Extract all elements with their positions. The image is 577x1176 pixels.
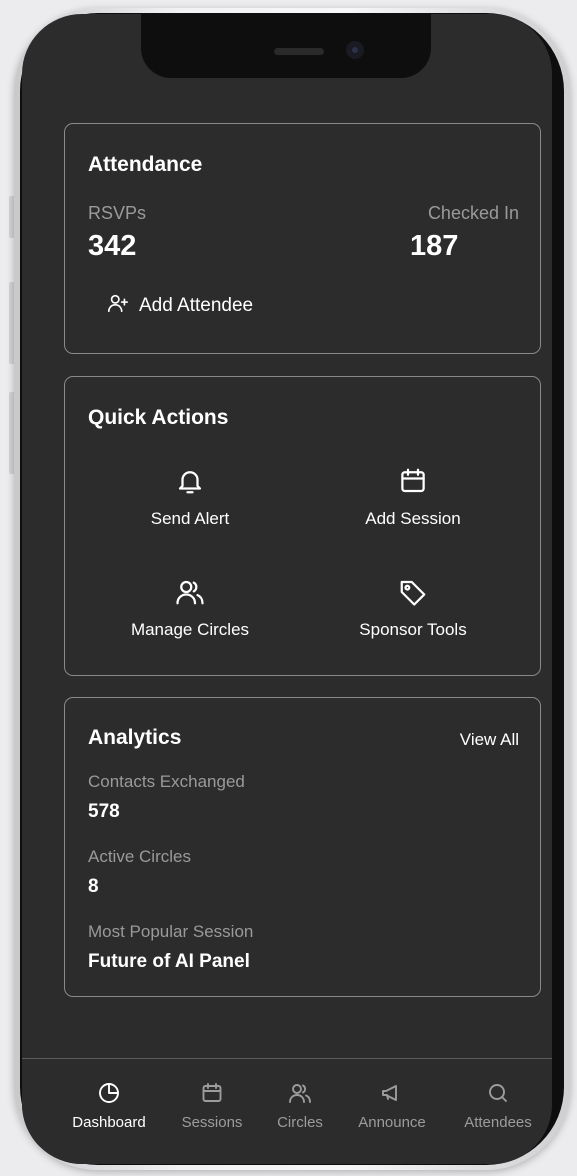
tab-bar: Dashboard Sessions Circles Announce Atte… <box>22 1058 552 1164</box>
add-session-label: Add Session <box>365 509 461 528</box>
tab-attendees-label: Attendees <box>464 1114 532 1131</box>
user-plus-icon <box>107 292 129 320</box>
users-icon <box>175 577 205 620</box>
contacts-exchanged-label: Contacts Exchanged <box>88 772 245 791</box>
add-attendee-label: Add Attendee <box>139 295 254 316</box>
attendance-title: Attendance <box>88 153 203 176</box>
tab-circles-label: Circles <box>277 1114 323 1131</box>
megaphone-icon <box>380 1081 404 1114</box>
checked-in-label: Checked In <box>427 203 519 223</box>
quick-actions-card: Quick Actions Send Alert Add Session Man… <box>64 376 541 676</box>
speaker <box>274 48 324 55</box>
active-circles-label: Active Circles <box>88 847 191 866</box>
view-all-link[interactable]: View All <box>460 730 519 750</box>
tab-dashboard[interactable]: Dashboard <box>62 1081 156 1131</box>
most-popular-session-label: Most Popular Session <box>88 922 254 941</box>
search-icon <box>486 1081 510 1114</box>
send-alert-label: Send Alert <box>150 509 230 528</box>
calendar-icon <box>398 466 428 509</box>
manage-circles-label: Manage Circles <box>130 620 250 639</box>
app-screen: Attendance RSVPs 342 Checked In 187 Add … <box>22 14 552 1164</box>
sponsor-tools-button[interactable]: Sponsor Tools <box>313 577 513 640</box>
add-session-button[interactable]: Add Session <box>313 466 513 529</box>
manage-circles-button[interactable]: Manage Circles <box>90 577 290 640</box>
active-circles-value: 8 <box>88 876 99 897</box>
notch <box>141 14 431 78</box>
users-icon <box>288 1081 312 1114</box>
rsvps-value: 342 <box>88 230 137 262</box>
add-attendee-button[interactable]: Add Attendee <box>107 292 253 320</box>
quick-actions-title: Quick Actions <box>88 406 229 429</box>
tab-attendees[interactable]: Attendees <box>451 1081 545 1131</box>
tab-dashboard-label: Dashboard <box>72 1114 146 1131</box>
tab-announce-label: Announce <box>358 1114 426 1131</box>
most-popular-session-value: Future of AI Panel <box>88 951 250 972</box>
tab-sessions[interactable]: Sessions <box>165 1081 259 1131</box>
camera-icon <box>346 41 364 59</box>
pie-chart-icon <box>97 1081 121 1114</box>
tab-sessions-label: Sessions <box>181 1114 243 1131</box>
tag-icon <box>398 577 428 620</box>
attendance-card: Attendance RSVPs 342 Checked In 187 Add … <box>64 123 541 354</box>
checked-in-value: 187 <box>410 230 459 262</box>
contacts-exchanged-value: 578 <box>88 801 120 822</box>
calendar-icon <box>200 1081 224 1114</box>
sponsor-tools-label: Sponsor Tools <box>359 620 467 639</box>
analytics-title: Analytics <box>88 726 182 749</box>
analytics-card: Analytics View All Contacts Exchanged 57… <box>64 697 541 997</box>
tab-announce[interactable]: Announce <box>345 1081 439 1131</box>
tab-circles[interactable]: Circles <box>253 1081 347 1131</box>
stage: Attendance RSVPs 342 Checked In 187 Add … <box>0 0 577 1176</box>
rsvps-label: RSVPs <box>88 203 147 223</box>
bell-icon <box>175 466 205 509</box>
send-alert-button[interactable]: Send Alert <box>90 466 290 529</box>
